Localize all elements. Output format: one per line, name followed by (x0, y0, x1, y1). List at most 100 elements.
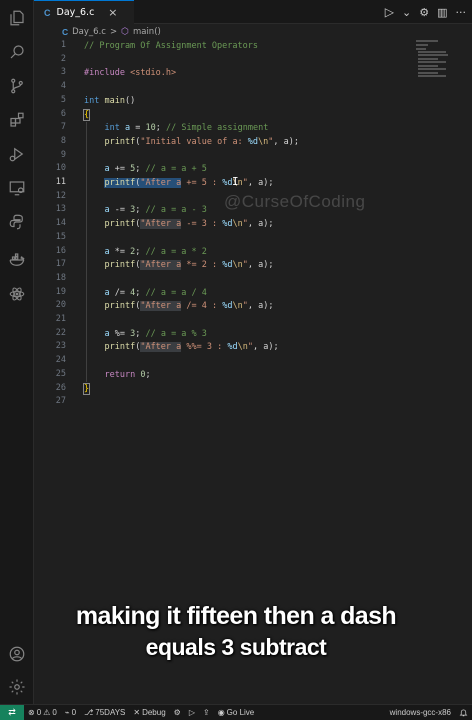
warning-count: 0 (52, 708, 57, 717)
broadcast-icon: ◉ (217, 708, 225, 717)
line-number: 9 (60, 149, 66, 160)
line-number: 1 (60, 40, 66, 50)
more-actions-icon[interactable]: ··· (456, 7, 467, 18)
breadcrumb-symbol[interactable]: main() (133, 27, 161, 37)
breadcrumb-separator: > (109, 27, 118, 37)
go-live-button[interactable]: ◉ Go Live (214, 708, 259, 717)
line-number: 18 (55, 272, 66, 283)
error-count: 0 (36, 708, 42, 717)
c-file-icon: C (62, 27, 69, 37)
run-dropdown-icon[interactable]: ⌄ (402, 7, 411, 18)
ports-count: 0 (71, 708, 77, 717)
line-number: 10 (55, 163, 66, 174)
minimap[interactable] (416, 40, 458, 80)
close-icon[interactable]: × (108, 6, 117, 19)
c-file-icon: C (44, 7, 51, 18)
tab-label: Day_6.c (56, 7, 95, 18)
notifications-bell-icon[interactable] (455, 708, 472, 717)
line-number: 12 (55, 190, 66, 201)
docker-icon[interactable] (0, 246, 34, 274)
code-line-3: #include <stdio.h> (84, 68, 177, 79)
watermark: @CurseOfCoding (224, 192, 366, 211)
remote-explorer-icon[interactable] (0, 174, 34, 202)
line-number: 4 (60, 81, 66, 92)
run-icon[interactable]: ▷ (385, 6, 394, 18)
line-number: 20 (55, 300, 66, 311)
code-line-20: printf("After a /= 4 : %d\n", a); (104, 301, 274, 312)
text-cursor-icon: I (232, 175, 239, 188)
split-editor-icon[interactable]: ▥ (437, 7, 447, 18)
line-number: 3 (60, 67, 66, 78)
build-icon[interactable]: ⚙ (170, 708, 185, 717)
subtitle-line-2: equals 3 subtract (145, 634, 327, 660)
compiler-indicator[interactable]: windows-gcc-x86 (386, 708, 455, 717)
manage-gear-icon[interactable] (0, 673, 34, 701)
line-number: 21 (55, 314, 66, 324)
go-live-label: Go Live (226, 708, 255, 717)
symbol-method-icon: ⬡ (121, 27, 129, 37)
line-number: 24 (55, 355, 66, 366)
activity-bar (0, 0, 34, 704)
ports-indicator[interactable]: ⌁ 0 (61, 708, 80, 717)
source-control-icon[interactable] (0, 72, 34, 100)
branch-name: 75DAYS (95, 708, 126, 717)
code-line-16: a *= 2; // a = a * 2 (104, 246, 207, 257)
line-number: 26 (55, 382, 66, 393)
run-status-icon[interactable]: ▷ (185, 708, 199, 717)
error-icon: ⊗ (28, 708, 35, 717)
line-number: 7 (60, 122, 66, 133)
breadcrumb-file[interactable]: Day_6.c (72, 27, 106, 37)
extensions-icon[interactable] (0, 106, 34, 134)
line-number: 25 (55, 368, 66, 379)
debug-label: Debug (142, 708, 166, 717)
code-line-23: printf("After a %%= 3 : %d\n", a); (104, 342, 279, 353)
code-line-1: // Program Of Assignment Operators (84, 41, 258, 51)
line-number: 2 (60, 53, 66, 64)
code-line-8: printf("Initial value of a: %d\n", a); (104, 136, 300, 147)
line-number: 11 (55, 177, 66, 187)
branch-indicator[interactable]: ⎇ 75DAYS (80, 708, 129, 717)
settings-icon[interactable]: ⚙ (419, 7, 429, 18)
line-number: 19 (55, 286, 66, 297)
code-line-25: return 0; (104, 369, 151, 380)
run-debug-icon[interactable] (0, 140, 34, 168)
code-line-6: { (82, 108, 91, 121)
ports-icon: ⌁ (64, 708, 70, 717)
line-number: 27 (55, 396, 66, 407)
code-line-26: } (82, 382, 91, 395)
explorer-icon[interactable] (0, 4, 34, 32)
line-number: 23 (55, 341, 66, 352)
code-line-5: int main() (84, 95, 136, 106)
tools-icon: ✕ (133, 708, 141, 717)
editor-actions: ▷ ⌄ ⚙ ▥ ··· (385, 0, 466, 24)
line-number: 6 (60, 108, 66, 119)
code-line-11: printf("After a += 5 : %d\n", a); (104, 178, 274, 188)
live-share-icon[interactable]: ⇪ (199, 708, 214, 717)
line-number: 8 (60, 135, 66, 146)
code-line-22: a %= 3; // a = a % 3 (104, 328, 207, 339)
tab-day6[interactable]: C Day_6.c × (34, 0, 134, 24)
line-number: 16 (55, 245, 66, 256)
line-number: 17 (55, 259, 66, 270)
debug-indicator[interactable]: ✕ Debug (129, 708, 169, 717)
breadcrumb: C Day_6.c > ⬡ main() (34, 24, 472, 40)
problems-indicator[interactable]: ⊗ 0 ⚠ 0 (24, 708, 61, 717)
line-number: 14 (55, 218, 66, 229)
branch-icon: ⎇ (84, 708, 94, 717)
tab-bar: C Day_6.c × ▷ ⌄ ⚙ ▥ ··· (34, 0, 472, 24)
warning-icon: ⚠ (43, 708, 51, 717)
code-line-7: int a = 10; // Simple assignment (104, 123, 269, 134)
code-line-19: a /= 4; // a = a / 4 (104, 287, 207, 298)
code-line-10: a += 5; // a = a + 5 (104, 164, 207, 175)
line-number: 13 (55, 204, 66, 215)
subtitle-line-1: making it fifteen then a dash (75, 602, 397, 630)
react-icon[interactable] (0, 280, 34, 308)
code-editor[interactable]: 1 2 3 4 5 6 7 8 9 10 11 12 13 14 15 16 17 18 19 20 21 22 23 24 2… (34, 40, 472, 600)
python-icon[interactable] (0, 208, 34, 236)
search-icon[interactable] (0, 38, 34, 66)
line-number: 15 (55, 231, 66, 242)
code-line-14: printf("After a -= 3 : %d\n", a); (104, 219, 274, 230)
code-line-13: a -= 3; // a = a - 3 (104, 205, 207, 216)
remote-indicator-icon[interactable]: ⇄ (0, 704, 24, 720)
status-bar: ⇄ ⊗ 0 ⚠ 0 ⌁ 0 ⎇ 75DAYS ✕ Debug ⚙ ▷ ⇪ ◉ G… (0, 704, 472, 720)
